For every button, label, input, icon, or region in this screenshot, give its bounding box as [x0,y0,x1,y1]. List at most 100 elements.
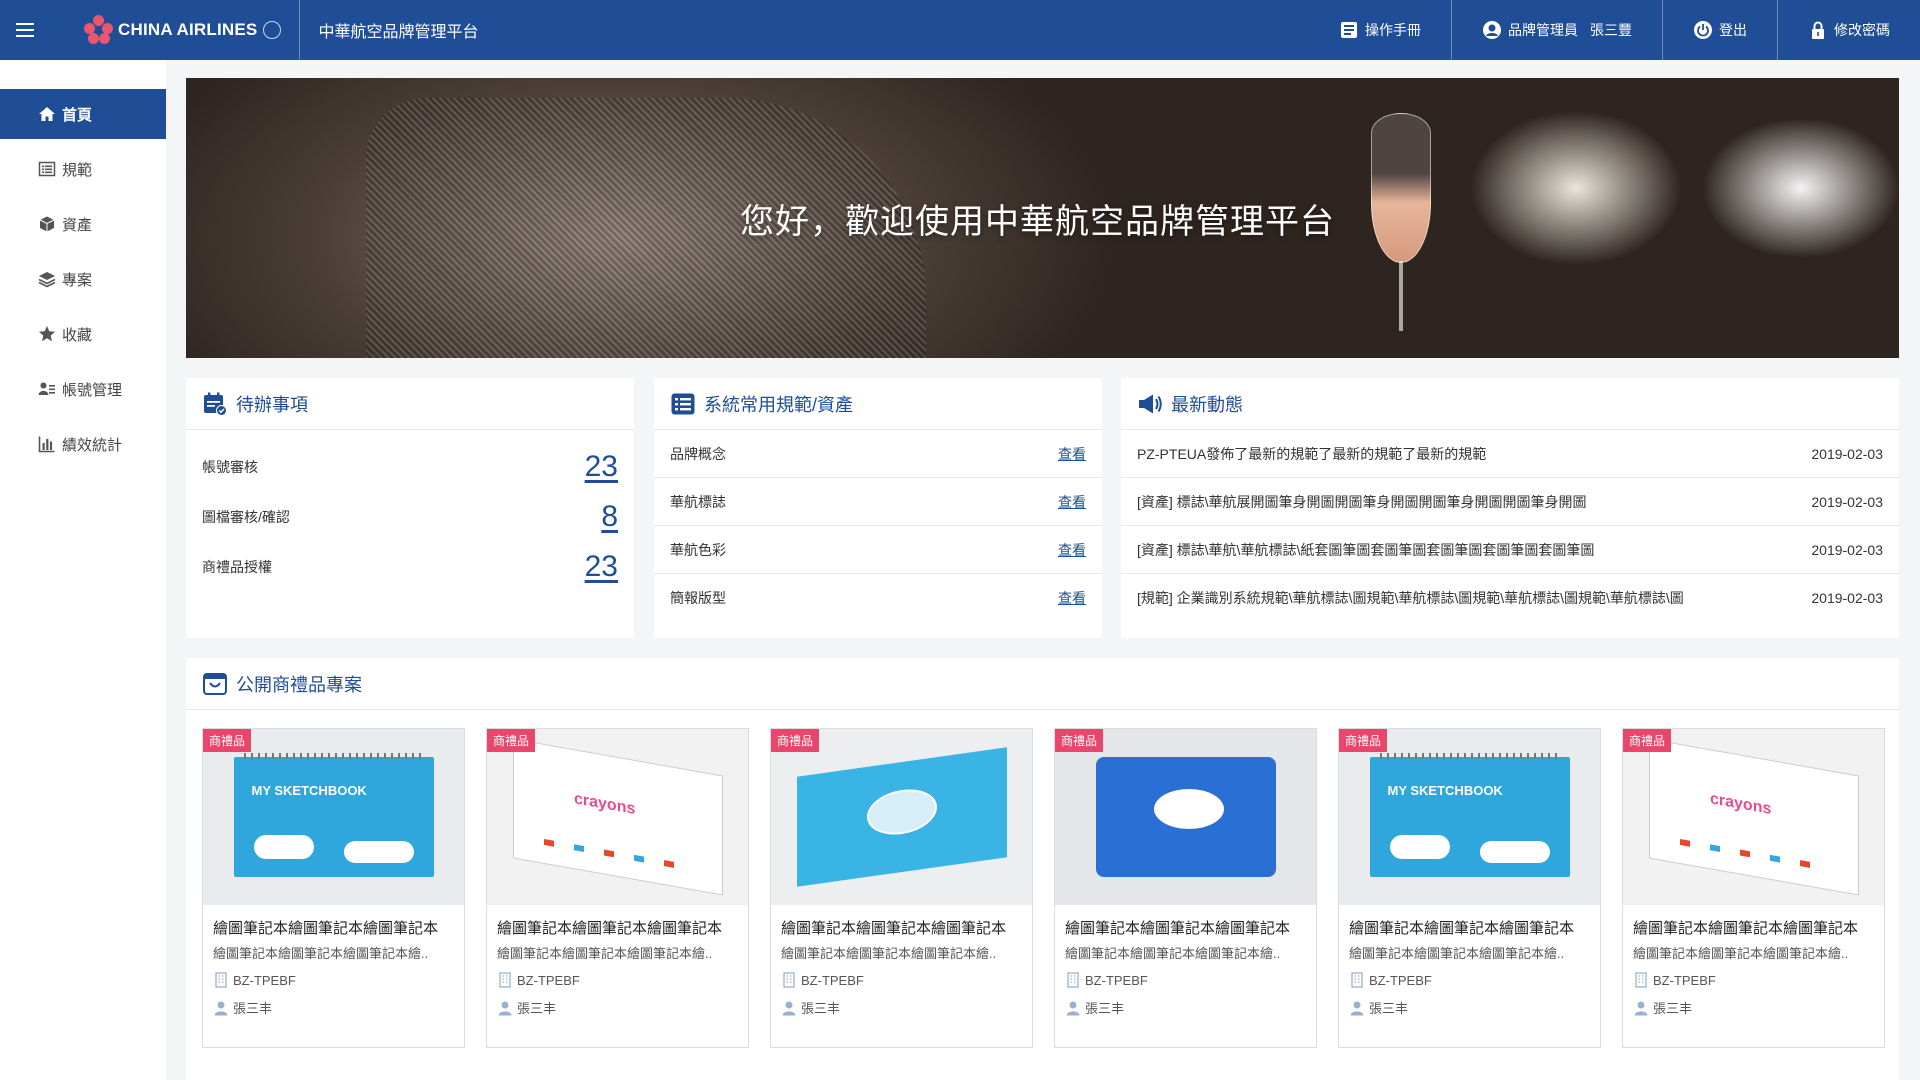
gift-owner: 張三丰 [1653,1001,1693,1016]
todo-card: 待辦事項 帳號審核 23 圖檔審核/確認 8 商禮品授權 23 [186,378,634,638]
todo-row: 商禮品授權 23 [186,542,634,592]
spec-label: 簡報版型 [670,590,726,606]
gift-card[interactable]: 商禮品 MY SKETCHBOOK 繪圖筆記本繪圖筆記本繪圖筆記本 繪圖筆記本繪… [202,728,465,1048]
gift-title: 繪圖筆記本繪圖筆記本繪圖筆記本 [1633,920,1859,937]
gift-image-sketchbook: MY SKETCHBOOK [203,729,464,905]
spec-label: 華航色彩 [670,541,726,558]
specs-card-title: 系統常用規範/資產 [704,394,854,415]
sketchbook-word: MY SKETCHBOOK [251,783,367,798]
gift-tag: 商禮品 [1623,729,1672,752]
news-card-header: 最新動態 [1121,378,1899,430]
manual-label: 操作手冊 [1365,22,1421,38]
building-icon [1067,972,1079,988]
menu-toggle-button[interactable] [2,0,48,60]
gift-owner: 張三丰 [1369,1001,1409,1016]
user-icon [498,1001,512,1015]
todo-card-title: 待辦事項 [236,394,308,415]
crayon-word: crayons [1709,790,1771,819]
manual-button[interactable]: 操作手冊 [1309,0,1451,60]
sidebar-item-label: 首頁 [62,106,93,124]
logout-button[interactable]: 登出 [1662,0,1777,60]
sidebar-item-label: 績效統計 [62,436,123,454]
sidebar-item-favorites[interactable]: 收藏 [0,309,166,359]
spec-row: 品牌概念 查看 [654,430,1102,478]
gift-grid: 商禮品 MY SKETCHBOOK 繪圖筆記本繪圖筆記本繪圖筆記本 繪圖筆記本繪… [186,710,1899,1048]
gift-subtitle: 繪圖筆記本繪圖筆記本繪圖筆記本繪.. [497,946,713,961]
todo-count-link[interactable]: 8 [601,500,618,534]
gift-owner: 張三丰 [233,1001,273,1016]
news-row[interactable]: [資產] 標誌\華航展開圖筆身開圖開圖筆身開圖開圖筆身開圖開圖筆身開圖 2019… [1121,478,1899,526]
spec-row: 簡報版型 查看 [654,574,1102,622]
gift-tag: 商禮品 [487,729,536,752]
sidebar-item-statistics[interactable]: 績效統計 [0,419,166,469]
gift-card[interactable]: 商禮品 繪圖筆記本繪圖筆記本繪圖筆記本 繪圖筆記本繪圖筆記本繪圖筆記本繪.. B… [1054,728,1317,1048]
brand-logo[interactable]: CHINA AIRLINES [48,0,301,60]
hero-welcome-text: 您好，歡迎使用中華航空品牌管理平台 [740,202,1335,241]
gift-title: 繪圖筆記本繪圖筆記本繪圖筆記本 [781,920,1007,937]
megaphone-icon [1139,394,1162,413]
crayon-word: crayons [573,790,635,819]
news-row[interactable]: [資產] 標誌\華航\華航標誌\紙套圖筆圖套圖筆圖套圖筆圖套圖筆圖套圖筆圖 20… [1121,526,1899,574]
gift-card[interactable]: 商禮品 crayons 繪圖筆記本繪圖筆記本繪圖筆記本 繪圖筆記本繪圖筆記本繪圖… [1622,728,1885,1048]
sidebar-item-assets[interactable]: 資產 [0,199,166,249]
common-specs-card: 系統常用規範/資產 品牌概念 查看 華航標誌 查看 華航色彩 查看 簡報版型 查… [654,378,1102,638]
spec-label: 品牌概念 [670,445,726,462]
news-title[interactable]: [規範] 企業識別系統規範\華航標誌\圖規範\華航標誌\圖規範\華航標誌\圖規範… [1137,588,1684,608]
gift-title: 繪圖筆記本繪圖筆記本繪圖筆記本 [213,920,439,937]
news-row[interactable]: [規範] 企業識別系統規範\華航標誌\圖規範\華航標誌\圖規範\華航標誌\圖規範… [1121,574,1899,622]
user-role: 品牌管理員 [1508,22,1578,38]
todo-card-header: 待辦事項 [186,378,634,430]
user-icon [214,1001,228,1015]
news-date: 2019-02-03 [1811,541,1883,558]
gift-tag: 商禮品 [1055,729,1104,752]
view-link[interactable]: 查看 [1058,444,1086,464]
gift-subtitle: 繪圖筆記本繪圖筆記本繪圖筆記本繪.. [1065,946,1281,961]
news-card-title: 最新動態 [1171,394,1243,415]
sidebar: 首頁 規範 資產 專案 收藏 帳號管理 績效統計 [0,60,166,1080]
sketchbook-word: MY SKETCHBOOK [1387,783,1503,798]
sidebar-item-home[interactable]: 首頁 [0,89,166,139]
logout-label: 登出 [1719,22,1747,38]
sidebar-item-accounts[interactable]: 帳號管理 [0,364,166,414]
spec-label: 華航標誌 [670,493,726,510]
gift-title: 繪圖筆記本繪圖筆記本繪圖筆記本 [1065,920,1291,937]
user-menu[interactable]: 品牌管理員 張三豐 [1451,0,1662,60]
view-link[interactable]: 查看 [1058,540,1086,560]
change-password-label: 修改密碼 [1834,22,1890,38]
layers-icon [38,272,56,288]
todo-count-link[interactable]: 23 [585,550,618,584]
specs-card-header: 系統常用規範/資產 [654,378,1102,430]
todo-row: 圖檔審核/確認 8 [186,492,634,542]
view-link[interactable]: 查看 [1058,492,1086,512]
news-row[interactable]: PZ-PTEUA發佈了最新的規範了最新的規範了最新的規範 2019-02-03 [1121,430,1899,478]
user-icon [782,1001,796,1015]
gift-title: 繪圖筆記本繪圖筆記本繪圖筆記本 [1349,920,1575,937]
todo-row: 帳號審核 23 [186,442,634,492]
news-date: 2019-02-03 [1811,445,1883,462]
sidebar-item-label: 帳號管理 [62,381,123,399]
globe-icon [263,21,282,39]
star-icon [39,326,55,342]
user-icon [1066,1001,1080,1015]
news-title[interactable]: PZ-PTEUA發佈了最新的規範了最新的規範了最新的規範 [1137,444,1486,464]
gift-card[interactable]: 商禮品 繪圖筆記本繪圖筆記本繪圖筆記本 繪圖筆記本繪圖筆記本繪圖筆記本繪.. B… [770,728,1033,1048]
news-title[interactable]: [資產] 標誌\華航\華航標誌\紙套圖筆圖套圖筆圖套圖筆圖套圖筆圖套圖筆圖 [1137,540,1594,560]
news-title[interactable]: [資產] 標誌\華航展開圖筆身開圖開圖筆身開圖開圖筆身開圖開圖筆身開圖 [1137,492,1587,512]
gifts-card-header: 公開商禮品專案 [186,658,1899,710]
news-date: 2019-02-03 [1811,590,1883,606]
gift-tag: 商禮品 [1339,729,1388,752]
user-list-icon [38,382,55,395]
plum-blossom-icon [84,15,114,45]
sidebar-item-projects[interactable]: 專案 [0,254,166,304]
todo-label: 商禮品授權 [202,559,272,575]
gift-card[interactable]: 商禮品 crayons 繪圖筆記本繪圖筆記本繪圖筆記本 繪圖筆記本繪圖筆記本繪圖… [486,728,749,1048]
calendar-check-icon [204,392,227,416]
view-link[interactable]: 查看 [1058,588,1086,608]
gift-card[interactable]: 商禮品 MY SKETCHBOOK 繪圖筆記本繪圖筆記本繪圖筆記本 繪圖筆記本繪… [1338,728,1601,1048]
todo-count-link[interactable]: 23 [585,450,618,484]
sidebar-item-specs[interactable]: 規範 [0,144,166,194]
spec-row: 華航標誌 查看 [654,478,1102,526]
user-icon [1634,1001,1648,1015]
gift-tag: 商禮品 [203,729,252,752]
change-password-button[interactable]: 修改密碼 [1777,0,1920,60]
